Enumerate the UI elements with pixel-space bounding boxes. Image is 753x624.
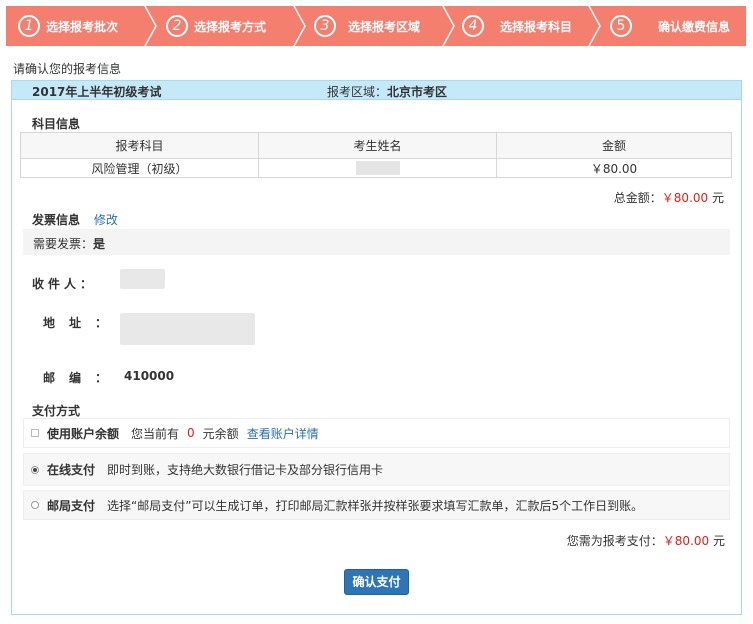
redacted-name	[355, 161, 400, 176]
subjects-title: 科目信息	[32, 117, 81, 131]
step-label: 确认缴费信息	[658, 19, 731, 34]
option-desc: 选择“邮局支付”可以生成订单，打印邮局汇款样张并按样张要求填写汇款单，汇款后5个…	[107, 498, 644, 513]
receiver-label: 收件人：	[32, 277, 97, 291]
post-radio[interactable]	[31, 501, 39, 509]
order-panel: 2017年上半年初级考试 报考区域：北京市考区 科目信息 报考科目 考生姓名 金…	[11, 80, 742, 615]
step-number: 3	[314, 15, 336, 37]
online-radio[interactable]	[31, 465, 39, 474]
column-header: 金额	[496, 132, 732, 159]
payment-option-post[interactable]: 邮局支付 选择“邮局支付”可以生成订单，打印邮局汇款样张并按样张要求填写汇款单，…	[23, 490, 730, 520]
payment-option-balance[interactable]: 使用账户余额 您当前有 0 元余额 查看账户详情	[23, 418, 730, 448]
chevron-right-icon	[442, 6, 456, 46]
exam-name: 2017年上半年初级考试	[32, 85, 162, 99]
option-name: 使用账户余额	[47, 426, 120, 441]
step-5: 5 确认缴费信息	[610, 6, 730, 46]
subjects-table: 报考科目 考生姓名 金额 风险管理（初级） ￥80.00	[20, 132, 732, 178]
chevron-right-icon	[144, 6, 158, 46]
option-name: 邮局支付	[47, 498, 96, 513]
invoice-info: 需要发票：是	[23, 229, 730, 255]
step-label: 选择报考科目	[500, 19, 573, 34]
step-number: 1	[18, 15, 40, 37]
chevron-right-icon	[588, 6, 602, 46]
intro-text: 请确认您的报考信息	[13, 62, 122, 76]
redacted-address	[120, 313, 255, 345]
progress-steps: 1 选择报考批次 2 选择报考方式 3 选择报考区域 4 选择报考科目 5 确认…	[6, 6, 746, 46]
amount-cell: ￥80.00	[496, 158, 732, 178]
need-pay-amount: 您需为报考支付：￥80.00 元	[566, 534, 725, 548]
step-2: 2 选择报考方式	[166, 6, 266, 46]
chevron-right-icon	[293, 6, 307, 46]
payment-title: 支付方式	[32, 404, 81, 418]
column-header: 报考科目	[20, 132, 259, 159]
zip-label: 邮编：	[43, 371, 122, 385]
step-label: 选择报考区域	[348, 19, 421, 34]
table-row: 风险管理（初级） ￥80.00	[20, 158, 732, 178]
balance-amount: 0	[187, 426, 195, 440]
balance-checkbox[interactable]	[31, 429, 39, 437]
name-cell	[258, 158, 497, 178]
panel-header: 2017年上半年初级考试 报考区域：北京市考区	[12, 81, 741, 100]
exam-area: 报考区域：北京市考区	[327, 85, 448, 99]
account-details-link[interactable]: 查看账户详情	[247, 425, 319, 442]
redacted-receiver	[120, 269, 165, 289]
option-desc: 即时到账，支持绝大数银行借记卡及部分银行信用卡	[107, 463, 384, 477]
column-header: 考生姓名	[258, 132, 497, 159]
step-3: 3 选择报考区域	[314, 6, 420, 46]
step-label: 选择报考方式	[194, 19, 267, 34]
step-number: 5	[610, 15, 632, 37]
option-desc: 您当前有	[131, 426, 180, 441]
invoice-need-value: 是	[93, 237, 106, 251]
step-1: 1 选择报考批次	[18, 6, 118, 46]
step-4: 4 选择报考科目	[462, 6, 572, 46]
confirm-pay-button[interactable]: 确认支付	[344, 569, 409, 595]
address-label: 地址：	[43, 316, 122, 330]
zip-value: 410000	[124, 369, 175, 383]
invoice-need-label: 需要发票：	[33, 237, 94, 251]
invoice-section-title: 发票信息 修改	[32, 211, 118, 228]
step-label: 选择报考批次	[46, 19, 119, 34]
payment-option-online[interactable]: 在线支付 即时到账，支持绝大数银行借记卡及部分银行信用卡	[23, 453, 730, 486]
option-name: 在线支付	[47, 463, 96, 477]
step-number: 4	[462, 15, 484, 37]
step-number: 2	[166, 15, 188, 37]
option-desc-after: 元余额	[202, 426, 239, 441]
invoice-title: 发票信息	[32, 213, 81, 227]
invoice-edit-link[interactable]: 修改	[94, 213, 118, 227]
subject-cell: 风险管理（初级）	[20, 158, 259, 178]
total-amount: 总金额：￥80.00 元	[613, 191, 724, 205]
